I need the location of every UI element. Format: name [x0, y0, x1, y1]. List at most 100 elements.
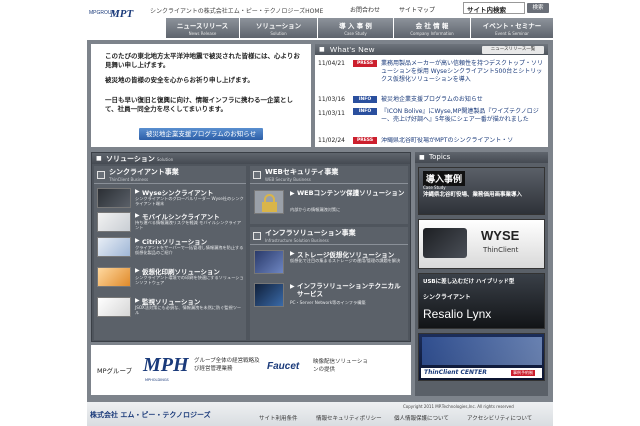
news-text[interactable]: 業務用製品メーカーが高い信頼性を持つデスクトップ・ソリューションを採用 Wyse…: [381, 60, 545, 84]
tab-event-seminar[interactable]: イベント・セミナー Event & Seminar: [471, 18, 553, 38]
announcement-text-2: 被災地の皆様の安全を心からお祈り申し上げます。: [105, 76, 254, 84]
solution-item-citrix[interactable]: ▶ Citrixソリューション クライアントをサーバーで一括管理し情報漏洩を防止…: [94, 236, 246, 259]
news-text[interactable]: 『ICON Bolive』にWyse,MP関連製品『ワイズテクノロジー、売上げ好…: [381, 108, 545, 124]
case-study-banner[interactable]: 導入事例 Case Study 沖縄県北谷町役場、業務価用画事業導入: [418, 167, 545, 215]
bullet-icon: ■: [419, 154, 425, 161]
solutions-header: ■ ソリューション Solution: [92, 153, 410, 164]
tab-label-en: Case Study: [344, 31, 367, 36]
footer-link-terms[interactable]: サイト利用条件: [259, 414, 298, 422]
tab-case-study[interactable]: 導 入 事 例 Case Study: [318, 18, 394, 38]
contact-link[interactable]: お問合わせ: [350, 5, 380, 14]
announcement-text-3: 一日も早い復旧と復興に向け、情報インフラに携わる一企業として、社員一同全力を尽く…: [105, 96, 293, 113]
footer-link-privacy[interactable]: 個人情報保護について: [394, 414, 449, 422]
solutions-title-text: ソリューション: [106, 155, 155, 163]
category-title: シンクライアント事業: [109, 168, 179, 176]
news-item[interactable]: 11/04/21 PRESS 業務用製品メーカーが高い信頼性を持つデスクトップ・…: [315, 60, 548, 84]
info-badge: INFO: [353, 96, 377, 103]
news-item[interactable]: 11/03/11 INFO 『ICON Bolive』にWyse,MP関連製品『…: [315, 108, 548, 132]
footer-link-security-policy[interactable]: 情報セキュリティポリシー: [316, 414, 382, 422]
tab-solution[interactable]: ソリューション Solution: [240, 18, 318, 38]
websecurity-category[interactable]: WEBセキュリティ事業 WEB Security Business: [250, 166, 408, 184]
category-title: インフラソリューション事業: [265, 229, 356, 237]
solution-item-infra-technical[interactable]: ▶ インフラソリューションテクニカルサービス PC・Server Network…: [250, 282, 408, 312]
announcement-text-1: このたびの東北地方太平洋沖地震で被災された皆様には、心よりお見舞い申し上げます。: [105, 52, 300, 69]
news-item[interactable]: 11/03/16 INFO 被災地企業支援プログラムのお知らせ: [315, 96, 548, 104]
infrastructure-column: インフラソリューション事業 Infrastructure Solution Bu…: [250, 227, 408, 340]
item-description: シンクライアント環境での印刷を快適にするソリューションソフトウェア: [135, 275, 244, 285]
footer-company-name: 株式会社 エム・ピー・テクノロジーズ: [90, 411, 211, 419]
news-list-button[interactable]: ニュースリリース一覧: [482, 46, 544, 54]
infrastructure-category[interactable]: インフラソリューション事業 Infrastructure Solution Bu…: [250, 227, 408, 245]
solution-item-printing[interactable]: ▶ 仮想化印刷ソリューション シンクライアント環境での印刷を快適にするソリューシ…: [94, 266, 246, 289]
site-tagline: シンクライアントの株式会社エム・ピー・テクノロジーズHOME: [150, 8, 324, 15]
footer-link-accessibility[interactable]: アクセシビリティについて: [467, 414, 532, 422]
category-subtitle: ThinClient Business: [109, 177, 149, 182]
banner-brand: Resalio Lynx: [423, 307, 492, 321]
press-badge: PRESS: [353, 137, 377, 144]
news-date: 11/02/24: [318, 137, 345, 144]
tab-news-release[interactable]: ニュースリリース News Release: [166, 18, 240, 38]
topics-panel: ■ Topics 導入事例 Case Study 沖縄県北谷町役場、業務価用画事…: [415, 152, 548, 396]
whats-new-header: ■ What's New ニュースリリース一覧: [315, 44, 548, 55]
thinclient-column: シンクライアント事業 ThinClient Business ▶ Wyseシンク…: [94, 166, 246, 340]
site-search-input[interactable]: サイト内検索: [463, 2, 525, 14]
category-subtitle: WEB Security Business: [265, 177, 311, 182]
sitemap-link[interactable]: サイトマップ: [399, 5, 435, 14]
site-logo[interactable]: MPT: [110, 8, 133, 20]
tab-label-en: Event & Seminar: [495, 31, 529, 36]
monitoring-thumbnail: [97, 297, 131, 317]
arrow-icon: ▶: [135, 267, 140, 274]
tab-label-en: Solution: [270, 31, 287, 36]
solutions-panel: ■ ソリューション Solution シンクライアント事業 ThinClient …: [91, 152, 411, 342]
resalio-lynx-banner[interactable]: USBに差し込むだけ ハイブリッド型 シンクライアント Resalio Lynx: [418, 273, 545, 329]
news-text[interactable]: 被災地企業支援プログラムのお知らせ: [381, 96, 545, 104]
solutions-title: ソリューション Solution: [106, 154, 173, 164]
tab-label-en: News Release: [188, 31, 217, 36]
citrix-thumbnail: [97, 237, 131, 257]
item-description: 持ち運べる情報漏洩リスクを軽減 モバイルシンクライアント: [135, 220, 242, 230]
topics-header: ■ Topics: [415, 152, 548, 163]
item-title: インフラソリューションテクニカルサービス: [297, 282, 401, 298]
banner-text: シンクライアント: [423, 294, 471, 301]
whats-new-title: What's New: [330, 45, 375, 54]
mph-logo[interactable]: MPH: [143, 354, 189, 377]
banner-text: USBに差し込むだけ ハイブリッド型: [423, 279, 515, 285]
category-icon: [253, 232, 261, 240]
news-text[interactable]: 沖縄県北谷町役場がMPTのシンクライアント・ソ: [381, 137, 545, 145]
group-companies-bar: MPグループ MPH MPHOLDINGS グループ全体の経営戦略及び経営管理業…: [91, 345, 411, 395]
tab-label: ソリューション: [255, 22, 302, 30]
news-date: 11/03/16: [318, 96, 345, 103]
bullet-icon: ■: [319, 46, 325, 53]
solution-item-wyse[interactable]: ▶ Wyseシンクライアント シンクライアントのグローバルリーダー Wyse社の…: [94, 187, 246, 210]
search-button[interactable]: 検索: [527, 3, 549, 13]
topics-title: Topics: [429, 153, 451, 161]
banner-brand: WYSE: [481, 228, 520, 243]
category-icon: [253, 171, 261, 179]
arrow-icon: ▶: [290, 283, 295, 290]
banner-heading: 導入事例: [423, 171, 466, 186]
arrow-icon: ▶: [290, 250, 295, 257]
header: MPGROUP MPT シンクライアントの株式会社エム・ピー・テクノロジーズHO…: [87, 0, 553, 40]
support-program-button[interactable]: 被災地企業支援プログラムのお知らせ: [139, 128, 263, 140]
thinclient-category[interactable]: シンクライアント事業 ThinClient Business: [94, 166, 246, 184]
solution-item-web-content[interactable]: ▶ WEBコンテンツ保護ソリューション 内部からの情報漏洩対策に: [250, 188, 408, 218]
websecurity-column: WEBセキュリティ事業 WEB Security Business ▶ WEBコ…: [250, 166, 408, 224]
mph-logo-sub: MPHOLDINGS: [145, 378, 169, 382]
category-title: WEBセキュリティ事業: [265, 168, 339, 176]
solution-item-monitoring[interactable]: ▶ 監視ソリューション JSOX法対策にも必須な、情報漏洩を未然に防ぐ監視ツール: [94, 296, 246, 319]
solution-item-storage[interactable]: ▶ ストレージ仮想化ソリューション 仮想化で注目の集まるストレージの運用/管理の…: [250, 249, 408, 279]
category-subtitle: Infrastructure Solution Business: [265, 238, 329, 243]
item-description: PC・Server Network等のインフラ構築: [290, 300, 366, 305]
wyse-banner[interactable]: WYSE ThinClient: [418, 219, 545, 269]
storage-thumbnail: [254, 250, 284, 274]
solution-item-mobile[interactable]: ▶ モバイルシンクライアント 持ち運べる情報漏洩リスクを軽減 モバイルシンクライ…: [94, 211, 246, 234]
padlock-icon: [254, 190, 284, 214]
item-description: JSOX法対策にも必須な、情報漏洩を未然に防ぐ監視ツール: [135, 305, 242, 315]
arrow-icon: ▶: [135, 212, 140, 219]
tab-label: ニュースリリース: [176, 22, 229, 30]
tab-company-info[interactable]: 会 社 情 報 Company Information: [394, 18, 471, 38]
thinclient-center-banner[interactable]: ThinClient CENTER 事例予約制: [418, 333, 545, 381]
faucet-description: 映像配信ソリューションの提供: [313, 359, 368, 373]
faucet-logo[interactable]: Faucet: [267, 361, 299, 372]
news-item[interactable]: 11/02/24 PRESS 沖縄県北谷町役場がMPTのシンクライアント・ソ: [315, 137, 548, 147]
